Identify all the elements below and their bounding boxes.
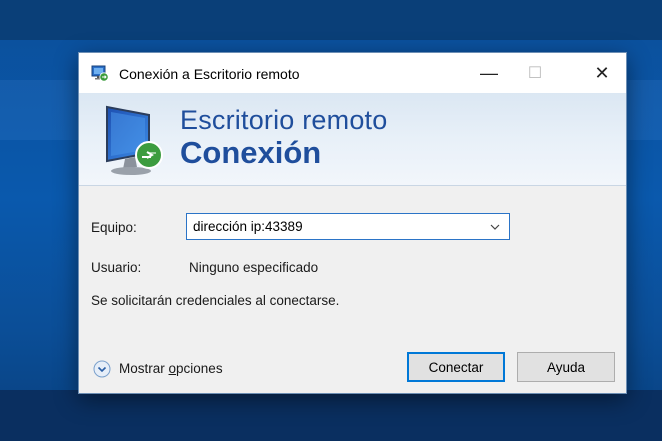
wallpaper-band-top: [0, 0, 662, 40]
wallpaper-band-bottom: [0, 390, 662, 441]
show-options-label-accesskey: o: [168, 361, 177, 376]
header-banner: Escritorio remoto Conexión: [79, 93, 626, 186]
show-options-label[interactable]: Mostrar opciones: [119, 361, 223, 376]
remote-desktop-icon: [91, 65, 109, 82]
chevron-down-icon[interactable]: [489, 221, 501, 233]
remote-desktop-monitor-icon: [106, 105, 163, 175]
title-bar[interactable]: Conexión a Escritorio remoto — ☐ ✕: [79, 53, 626, 93]
computer-input[interactable]: dirección ip:43389: [193, 219, 303, 234]
show-options-label-prefix: Mostrar: [119, 361, 169, 376]
show-options-label-suffix: pciones: [176, 361, 223, 376]
minimize-button[interactable]: —: [466, 53, 512, 93]
computer-combobox[interactable]: dirección ip:43389: [186, 213, 510, 240]
banner-title-line2: Conexión: [180, 135, 322, 170]
remote-desktop-window: Conexión a Escritorio remoto — ☐ ✕ Escri…: [78, 52, 627, 394]
close-button[interactable]: ✕: [579, 53, 625, 93]
computer-label: Equipo:: [91, 220, 137, 235]
banner-title-line1: Escritorio remoto: [180, 105, 388, 135]
user-label: Usuario:: [91, 260, 142, 275]
window-title: Conexión a Escritorio remoto: [119, 66, 300, 82]
connect-button[interactable]: Conectar: [407, 352, 505, 382]
help-button[interactable]: Ayuda: [517, 352, 615, 382]
expand-circle-icon[interactable]: [93, 360, 111, 378]
credentials-notice: Se solicitarán credenciales al conectars…: [91, 293, 340, 308]
maximize-button[interactable]: ☐: [512, 53, 558, 93]
user-value: Ninguno especificado: [189, 260, 319, 275]
